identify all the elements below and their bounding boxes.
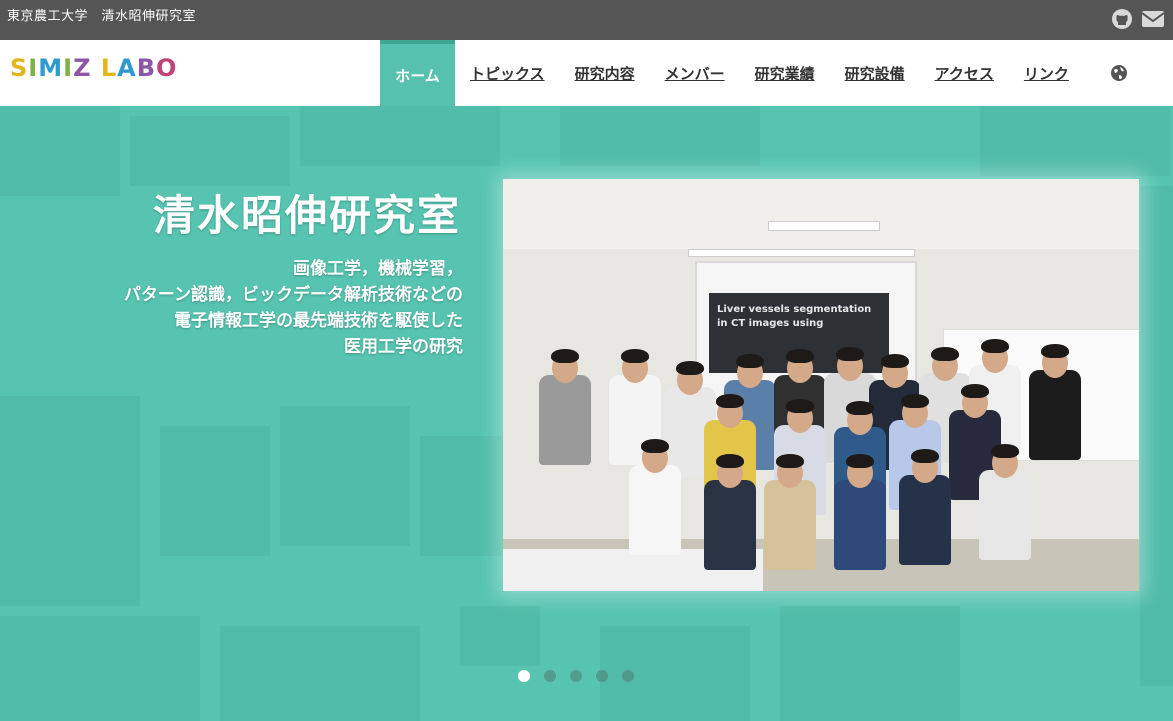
globe-icon[interactable] [1084, 40, 1154, 106]
nav-publications[interactable]: 研究業績 [740, 40, 830, 106]
nav-members[interactable]: メンバー [650, 40, 740, 106]
logo-letter: O [156, 54, 178, 82]
hero-description: 画像工学，機械学習， パターン認識，ビックデータ解析技術などの 電子情報工学の最… [124, 256, 463, 360]
nav-home[interactable]: ホーム [380, 40, 455, 106]
logo-letter: I [63, 54, 74, 82]
nav-research[interactable]: 研究内容 [560, 40, 650, 106]
site-title: 東京農工大学 清水昭伸研究室 [7, 9, 197, 24]
logo-letter: S [10, 54, 29, 82]
nav-links[interactable]: リンク [1009, 40, 1084, 106]
main-navbar: SIMIZ LABO ホーム トピックス 研究内容 メンバー 研究業績 研究設備… [0, 40, 1173, 106]
github-icon[interactable] [1111, 8, 1133, 30]
nav-access[interactable]: アクセス [920, 40, 1009, 106]
hero-description-line: パターン認識，ビックデータ解析技術などの [123, 285, 463, 305]
hero-title: 清水昭伸研究室 [152, 191, 461, 240]
group-photo: Liver vessels segmentation in CT images … [503, 179, 1139, 591]
carousel-dot[interactable] [544, 670, 556, 682]
hero-description-line: 画像工学，機械学習， [293, 259, 463, 279]
carousel-dot[interactable] [596, 670, 608, 682]
nav-topics[interactable]: トピックス [455, 40, 560, 106]
carousel-dot[interactable] [570, 670, 582, 682]
logo-letter: I [28, 54, 39, 82]
carousel-dot[interactable] [622, 670, 634, 682]
logo-letter: Z [73, 54, 92, 82]
mail-icon[interactable] [1141, 8, 1165, 30]
social-icons [1111, 8, 1165, 30]
hero-description-line: 医用工学の研究 [344, 337, 463, 357]
logo-letter: A [117, 54, 137, 82]
carousel-indicators [518, 670, 634, 682]
site-logo[interactable]: SIMIZ LABO [10, 54, 177, 82]
logo-letter: L [100, 54, 118, 82]
logo-letter [91, 54, 100, 82]
hero-carousel: 清水昭伸研究室 画像工学，機械学習， パターン認識，ビックデータ解析技術などの … [0, 106, 1173, 721]
nav-facilities[interactable]: 研究設備 [830, 40, 920, 106]
carousel-dot[interactable] [518, 670, 530, 682]
logo-letter: M [38, 54, 64, 82]
main-menu: ホーム トピックス 研究内容 メンバー 研究業績 研究設備 アクセス リンク [380, 40, 1154, 106]
hero-description-line: 電子情報工学の最先端技術を駆使した [174, 311, 463, 331]
top-bar: 東京農工大学 清水昭伸研究室 [0, 0, 1173, 40]
logo-letter: B [136, 54, 156, 82]
